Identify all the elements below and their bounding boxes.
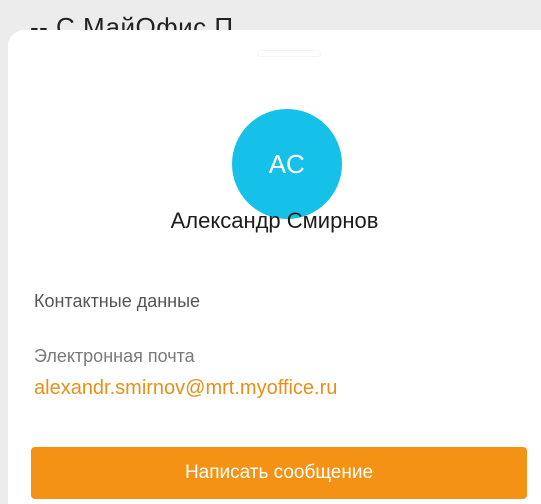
- email-label: Электронная почта: [34, 346, 195, 366]
- contact-sheet: АС Александр Смирнов Контактные данные Э…: [8, 30, 541, 504]
- sheet-grabber-handle[interactable]: [258, 51, 320, 56]
- section-title-contact-details: Контактные данные: [34, 291, 201, 311]
- send-message-button-label: Написать сообщение: [184, 462, 374, 483]
- avatar-initials: АС: [268, 148, 306, 179]
- contact-name: Александр Смирнов: [170, 208, 379, 233]
- send-message-button[interactable]: Написать сообщение: [31, 447, 527, 499]
- avatar: АС: [232, 109, 342, 219]
- email-link[interactable]: alexandr.smirnov@mrt.myoffice.ru: [34, 377, 337, 400]
